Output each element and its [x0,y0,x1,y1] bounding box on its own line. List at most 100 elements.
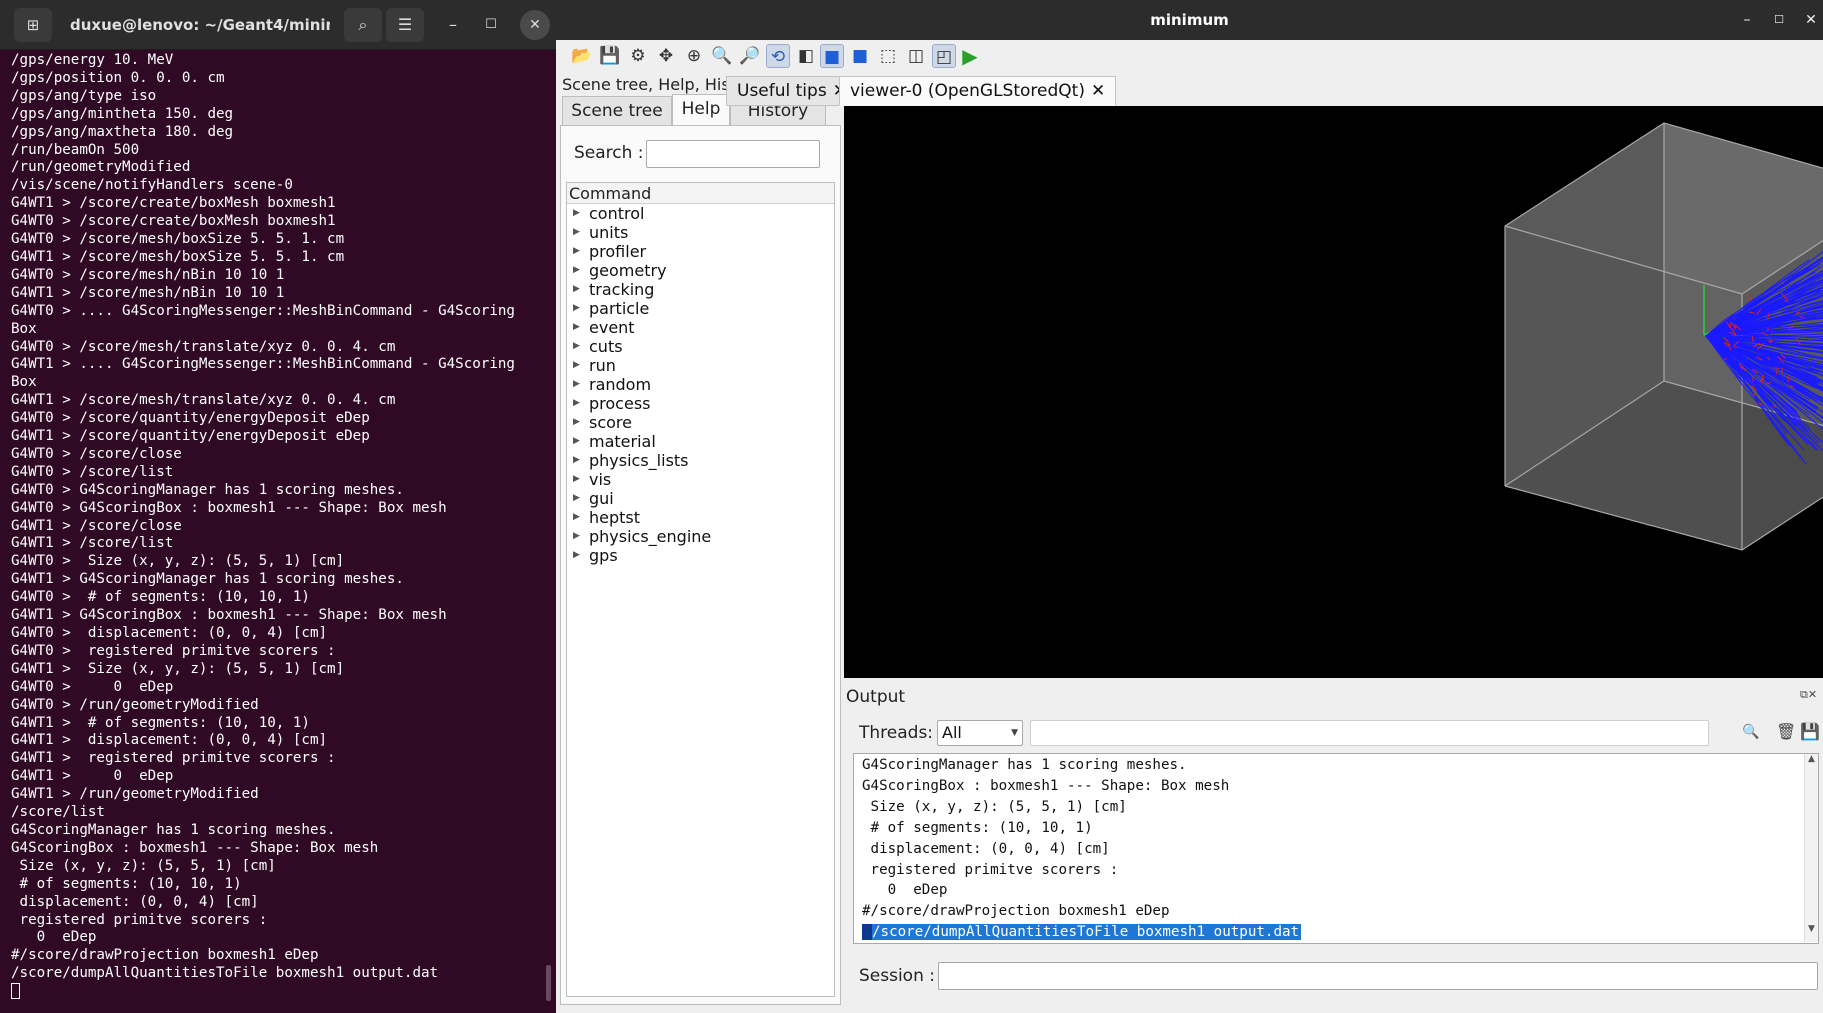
new-tab-icon[interactable]: ⊞ [14,8,52,42]
terminal-scrollbar[interactable] [546,965,551,1001]
close-button[interactable]: ✕ [1796,0,1823,40]
chevron-right-icon[interactable]: ▶ [573,451,580,470]
command-column-header[interactable]: Command [567,183,834,204]
opengl-viewer[interactable] [844,106,1823,678]
chevron-right-icon[interactable]: ▶ [573,470,580,489]
minimize-button[interactable]: – [436,8,470,42]
tree-item-profiler[interactable]: ▶ profiler [567,242,834,261]
solid-icon[interactable]: ■ [820,44,844,68]
zoom-in-icon[interactable]: 🔎 [738,44,762,68]
tree-item-label: control [589,204,645,223]
terminal-window[interactable]: ⊞ duxue@lenovo: ~/Geant4/minimu... ⌕ ☰ –… [0,0,556,1013]
chevron-right-icon[interactable]: ▶ [573,280,580,299]
maximize-button[interactable]: ☐ [1764,0,1794,40]
tree-item-heptst[interactable]: ▶ heptst [567,508,834,527]
chevron-right-icon[interactable]: ▶ [573,261,580,280]
session-input[interactable] [938,962,1818,990]
tree-item-label: process [589,394,651,413]
search-input[interactable] [646,140,820,168]
hamburger-menu-icon[interactable]: ☰ [386,8,424,42]
output-line-selected[interactable]: /score/dumpAllQuantitiesToFile boxmesh1 … [862,922,1302,943]
terminal-line: G4WT1 > /run/geometryModified [11,786,259,803]
tab-label: viewer-0 (OpenGLStoredQt) [850,81,1085,101]
tree-item-physics_engine[interactable]: ▶ physics_engine [567,527,834,546]
chevron-right-icon[interactable]: ▶ [573,242,580,261]
tree-item-material[interactable]: ▶ material [567,432,834,451]
run-icon[interactable]: ▶ [958,44,982,68]
chevron-right-icon[interactable]: ▶ [573,204,580,223]
close-icon[interactable]: ✕ [1091,81,1105,101]
rotate-icon[interactable]: ⟲ [766,44,790,68]
tree-item-geometry[interactable]: ▶ geometry [567,261,834,280]
maximize-button[interactable]: ☐ [474,8,508,42]
wireframe-icon[interactable]: ⬚ [876,44,900,68]
tree-item-score[interactable]: ▶ score [567,413,834,432]
output-line: # of segments: (10, 10, 1) [862,819,1093,836]
chevron-right-icon[interactable]: ▶ [573,375,580,394]
minimize-button[interactable]: – [1732,0,1762,40]
tree-item-tracking[interactable]: ▶ tracking [567,280,834,299]
tab-scene-tree[interactable]: Scene tree [562,96,672,126]
output-scrollbar[interactable]: ▲ ▼ [1804,754,1818,942]
zoom-out-icon[interactable]: 🔍 [710,44,734,68]
dock-float-close-icon[interactable]: ⧉✕ [1800,688,1817,702]
tab-viewer-0[interactable]: viewer-0 (OpenGLStoredQt) ✕ [839,76,1117,106]
chevron-right-icon[interactable]: ▶ [573,508,580,527]
toolbar: 📂 💾 ⚙ ✥ ⊕ 🔍 🔎 ⟲ ◧ ■ ■ ⬚ ◫ ◰ ▶ [556,40,1823,72]
tree-item-process[interactable]: ▶ process [567,394,834,413]
chevron-right-icon[interactable]: ▶ [573,413,580,432]
save-icon[interactable]: 💾 [1800,722,1820,741]
terminal-line: # of segments: (10, 10, 1) [11,875,242,892]
open-icon[interactable]: 📂 [570,44,594,68]
tab-help[interactable]: Help [672,94,730,126]
command-tree[interactable]: Command ▶ control ▶ units ▶ profiler ▶ geometry… [566,182,835,997]
chevron-right-icon[interactable]: ▶ [573,432,580,451]
chevron-right-icon[interactable]: ▶ [573,489,580,508]
chevron-right-icon[interactable]: ▶ [573,299,580,318]
tree-item-random[interactable]: ▶ random [567,375,834,394]
threads-label: Threads: [859,723,934,743]
search-icon[interactable]: ⌕ [344,8,382,42]
save-icon[interactable]: 💾 [598,44,622,68]
terminal-line: G4WT0 > G4ScoringBox : boxmesh1 --- Shap… [11,499,447,516]
chevron-right-icon[interactable]: ▶ [573,337,580,356]
surface-icon[interactable]: ■ [848,44,872,68]
tree-item-physics_lists[interactable]: ▶ physics_lists [567,451,834,470]
output-filter-input[interactable] [1030,720,1709,746]
terminal-line: G4WT1 > 0 eDep [11,768,174,785]
scene-canvas[interactable] [844,106,1823,678]
output-line: #/score/drawProjection boxmesh1 eDep [862,903,1170,920]
tree-item-cuts[interactable]: ▶ cuts [567,337,834,356]
hlr-icon[interactable]: ◫ [904,44,928,68]
terminal-line: G4WT1 > /score/mesh/boxSize 5. 5. 1. cm [11,248,345,265]
hidden-line-icon[interactable]: ◧ [794,44,818,68]
settings-icon[interactable]: ⚙ [626,44,650,68]
chevron-right-icon[interactable]: ▶ [573,527,580,546]
chevron-right-icon[interactable]: ▶ [573,223,580,242]
tree-item-units[interactable]: ▶ units [567,223,834,242]
chevron-right-icon[interactable]: ▶ [573,318,580,337]
threads-select[interactable]: All ▼ [937,720,1023,746]
output-log[interactable]: G4ScoringManager has 1 scoring meshes. G4… [853,753,1819,944]
chevron-down-icon: ▼ [1011,728,1018,738]
close-button[interactable]: ✕ [520,10,550,40]
trash-icon[interactable]: 🗑 [1776,722,1796,741]
chevron-right-icon[interactable]: ▶ [573,394,580,413]
output-line: G4ScoringBox : boxmesh1 --- Shape: Box m… [862,777,1230,794]
tree-item-run[interactable]: ▶ run [567,356,834,375]
tree-item-event[interactable]: ▶ event [567,318,834,337]
chevron-right-icon[interactable]: ▶ [573,546,580,565]
tree-item-vis[interactable]: ▶ vis [567,470,834,489]
threads-value: All [942,723,962,742]
pick-icon[interactable]: ⊕ [682,44,706,68]
terminal-line: /run/beamOn 500 [11,141,140,158]
terminal-output[interactable]: /gps/energy 10. MeV/gps/position 0. 0. 0… [11,52,551,1001]
tree-item-gui[interactable]: ▶ gui [567,489,834,508]
tree-item-control[interactable]: ▶ control [567,204,834,223]
chevron-right-icon[interactable]: ▶ [573,356,580,375]
move-icon[interactable]: ✥ [654,44,678,68]
tree-item-particle[interactable]: ▶ particle [567,299,834,318]
perspective-icon[interactable]: ◰ [932,44,956,68]
tree-item-gps[interactable]: ▶ gps [567,546,834,565]
terminal-title: duxue@lenovo: ~/Geant4/minimu... [70,16,330,34]
